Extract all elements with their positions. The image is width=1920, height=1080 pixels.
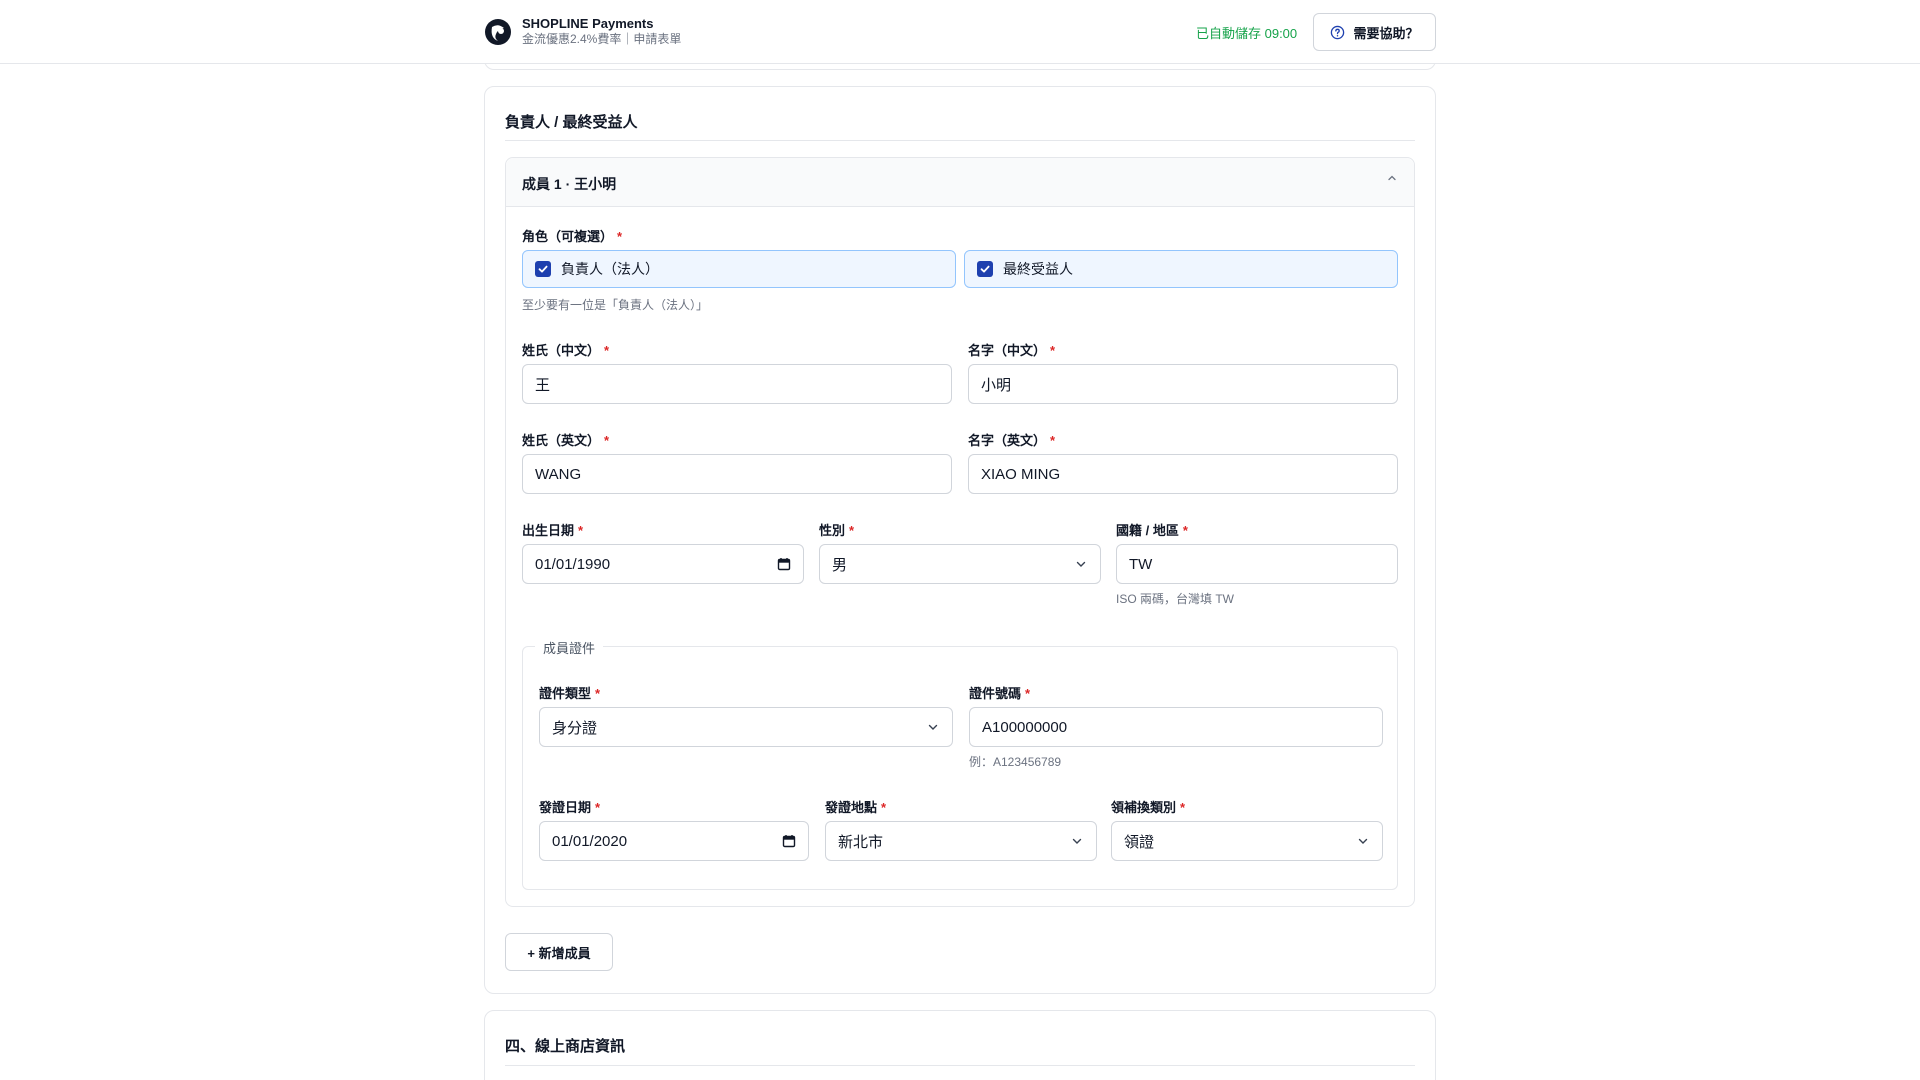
birth-date-input[interactable]: 01/01/1990 <box>522 544 804 584</box>
role-responsible-checkbox[interactable]: 負責人（法人） <box>522 250 956 288</box>
id-number-input[interactable]: A100000000 <box>969 707 1383 747</box>
gender-label: 性別 * <box>819 523 855 538</box>
brand-title: SHOPLINE Payments <box>522 16 654 31</box>
roles-label: 角色（可複選） * <box>522 229 623 244</box>
last-name-en-label: 姓氏（英文） * <box>522 433 610 448</box>
last-name-en-input[interactable]: WANG <box>522 454 952 494</box>
checkbox-checked-icon[interactable] <box>977 261 993 277</box>
roles-hint: 至少要有一位是「負責人（法人）」 <box>522 298 709 312</box>
section-title: 負責人 / 最終受益人 <box>505 114 638 131</box>
calendar-icon[interactable] <box>782 834 796 848</box>
top-bar: SHOPLINE Payments 金流優惠2.4%費率｜申請表單 已自動儲存 … <box>0 0 1920 64</box>
member-header[interactable]: 成員 1 · 王小明 <box>506 158 1414 207</box>
issue-date-input[interactable]: 01/01/2020 <box>539 821 809 861</box>
nationality-input[interactable]: TW <box>1116 544 1398 584</box>
role-responsible-label: 負責人（法人） <box>561 261 659 277</box>
first-name-zh-input[interactable]: 小明 <box>968 364 1398 404</box>
online-store-divider <box>505 1065 1415 1066</box>
first-name-en-input[interactable]: XIAO MING <box>968 454 1398 494</box>
issue-date-label: 發證日期 * <box>539 800 601 815</box>
online-store-title: 四、線上商店資訊 <box>505 1038 626 1055</box>
member-panel: 成員 1 · 王小明 角色（可複選） * 負責人（法人） 最終受益人 至少要有一位… <box>505 157 1415 907</box>
first-name-zh-label: 名字（中文） * <box>968 343 1056 358</box>
role-beneficiary-checkbox[interactable]: 最終受益人 <box>964 250 1398 288</box>
online-store-card: 四、線上商店資訊 <box>484 1010 1436 1080</box>
calendar-icon[interactable] <box>777 557 791 571</box>
chevron-down-icon <box>1076 561 1086 567</box>
id-type-select[interactable]: 身分證 <box>539 707 953 747</box>
question-circle-icon <box>1331 25 1345 39</box>
add-member-button[interactable]: + 新增成員 <box>505 933 613 971</box>
first-name-en-label: 名字（英文） * <box>968 433 1056 448</box>
issue-place-select[interactable]: 新北市 <box>825 821 1097 861</box>
id-type-label: 證件類型 * <box>539 686 601 701</box>
checkbox-checked-icon[interactable] <box>535 261 551 277</box>
issue-type-label: 領補換類別 * <box>1111 800 1186 815</box>
issue-place-label: 發證地點 * <box>825 800 887 815</box>
chevron-down-icon <box>1358 838 1368 844</box>
member-title: 成員 1 · 王小明 <box>522 176 617 192</box>
last-name-zh-input[interactable]: 王 <box>522 364 952 404</box>
birth-date-label: 出生日期 * <box>522 523 584 538</box>
id-document-legend: 成員證件 <box>535 638 604 657</box>
chevron-down-icon <box>1072 838 1082 844</box>
chevron-down-icon <box>928 724 938 730</box>
gender-select[interactable]: 男 <box>819 544 1101 584</box>
add-member-label: + 新增成員 <box>527 945 591 961</box>
brand: SHOPLINE Payments 金流優惠2.4%費率｜申請表單 <box>484 16 681 47</box>
issue-type-select[interactable]: 領證 <box>1111 821 1383 861</box>
brand-subtitle: 金流優惠2.4%費率｜申請表單 <box>522 32 682 46</box>
help-button[interactable]: 需要協助？ <box>1313 13 1436 51</box>
section-divider <box>505 140 1415 141</box>
nationality-label: 國籍 / 地區 * <box>1116 523 1188 538</box>
autosave-status: 已自動儲存 09:00 <box>1196 26 1298 41</box>
nationality-hint: ISO 兩碼，台灣填 TW <box>1116 592 1234 606</box>
last-name-zh-label: 姓氏（中文） * <box>522 343 610 358</box>
id-number-hint: 例：A123456789 <box>969 755 1062 769</box>
id-document-fieldset: 成員證件 證件類型 * 身分證 證件號碼 * A100000000 例：A12345… <box>522 638 1398 890</box>
shopline-logo-icon <box>485 18 511 45</box>
chevron-up-icon[interactable] <box>1386 172 1398 184</box>
help-button-label: 需要協助？ <box>1353 25 1419 41</box>
id-number-label: 證件號碼 * <box>969 686 1031 701</box>
responsible-persons-card: 負責人 / 最終受益人 成員 1 · 王小明 角色（可複選） * 負責人（法人） … <box>484 86 1436 994</box>
role-beneficiary-label: 最終受益人 <box>1003 261 1073 277</box>
